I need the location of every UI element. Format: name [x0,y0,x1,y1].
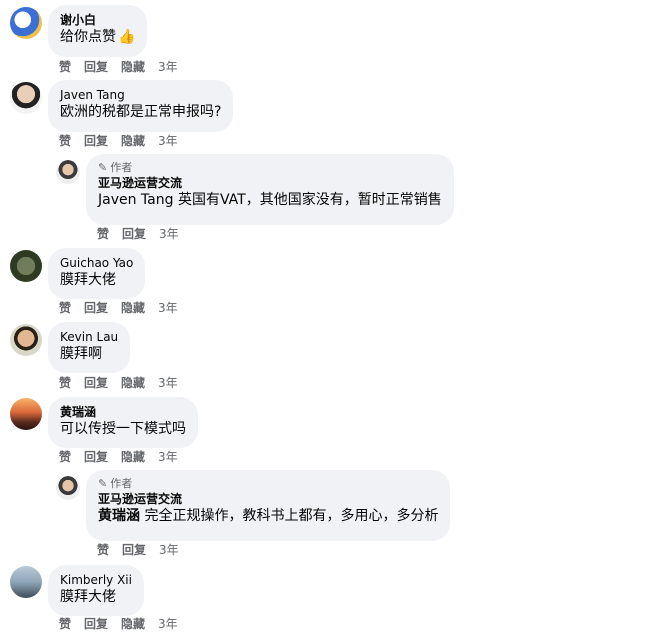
reply-button[interactable]: 回复 [84,300,108,316]
timestamp[interactable]: 3年 [159,226,179,242]
timestamp[interactable]: 3年 [159,542,179,558]
comment-actions: 赞 回复 隐藏 3年 [59,133,178,149]
avatar[interactable] [10,324,42,356]
hide-button[interactable]: 隐藏 [121,449,145,465]
timestamp[interactable]: 3年 [158,133,178,149]
comment-bubble: 谢小白 给你点赞 👍 [48,5,148,57]
reply-button[interactable]: 回复 [84,616,108,632]
avatar[interactable] [10,398,42,430]
like-button[interactable]: 赞 [97,542,109,558]
comment-author[interactable]: Guichao Yao [60,255,133,271]
comment-author[interactable]: Kimberly Xii [60,572,132,588]
avatar[interactable] [10,82,42,114]
like-button[interactable]: 赞 [59,59,71,75]
like-button[interactable]: 赞 [59,449,71,465]
comment-author[interactable]: Javen Tang [60,87,221,103]
comment-author[interactable]: 谢小白 [60,12,135,28]
like-button[interactable]: 赞 [59,616,71,632]
comment-text: 欧洲的税都是正常申报吗? [60,104,222,120]
reply-bubble: ✎ 作者 亚马逊运营交流 黄瑞涵 完全正规操作，教科书上都有，多用心，多分析 [86,470,451,541]
comment-actions: 赞 回复 隐藏 3年 [59,616,178,632]
hide-button[interactable]: 隐藏 [121,375,145,391]
comment-bubble: Guichao Yao 膜拜大佬 [48,248,146,299]
comment-author[interactable]: Kevin Lau [60,329,118,345]
comment-bubble: Kevin Lau 膜拜啊 [48,322,131,373]
comment-text-content: 给你点赞 [60,29,116,45]
mention-link[interactable]: Javen Tang [98,192,174,208]
comment-actions: 赞 回复 隐藏 3年 [59,449,178,465]
reply-actions: 赞 回复 3年 [97,226,179,242]
pencil-icon: ✎ [98,161,108,174]
reply-button[interactable]: 回复 [122,226,146,242]
avatar[interactable] [10,7,42,39]
timestamp[interactable]: 3年 [158,375,178,391]
mention-link[interactable]: 黄瑞涵 [98,508,140,524]
reply-button[interactable]: 回复 [122,542,146,558]
reply-text-content: 完全正规操作，教科书上都有，多用心，多分析 [140,508,439,524]
author-tag: ✎ 作者 [98,161,442,175]
comment-bubble: 黄瑞涵 可以传授一下模式吗 [48,397,198,448]
hide-button[interactable]: 隐藏 [121,59,145,75]
like-button[interactable]: 赞 [59,300,71,316]
comment-actions: 赞 回复 隐藏 3年 [59,375,178,391]
timestamp[interactable]: 3年 [158,59,178,75]
reply-text: 黄瑞涵 完全正规操作，教科书上都有，多用心，多分析 [98,507,438,526]
comment-text: 膜拜大佬 [60,272,116,288]
reply-button[interactable]: 回复 [84,375,108,391]
avatar[interactable] [56,476,80,500]
like-button[interactable]: 赞 [97,226,109,242]
hide-button[interactable]: 隐藏 [121,133,145,149]
avatar[interactable] [56,160,80,184]
timestamp[interactable]: 3年 [158,616,178,632]
timestamp[interactable]: 3年 [158,449,178,465]
comment-bubble: Kimberly Xii 膜拜大佬 [48,565,144,616]
avatar[interactable] [10,566,42,598]
reply-author[interactable]: 亚马逊运营交流 [98,491,438,507]
author-tag-label: 作者 [110,161,133,174]
comment-text: 膜拜啊 [60,346,102,362]
comment-bubble: Javen Tang 欧洲的税都是正常申报吗? [48,80,234,132]
reply-text-content: 英国有VAT，其他国家没有，暂时正常销售 [173,192,442,208]
timestamp[interactable]: 3年 [158,300,178,316]
hide-button[interactable]: 隐藏 [121,300,145,316]
comment-actions: 赞 回复 隐藏 3年 [59,300,178,316]
comment-author[interactable]: 黄瑞涵 [60,404,186,420]
pencil-icon: ✎ [98,477,108,490]
comment-text: 膜拜大佬 [60,589,116,605]
comment-actions: 赞 回复 隐藏 3年 [59,59,178,75]
reply-bubble: ✎ 作者 亚马逊运营交流 Javen Tang 英国有VAT，其他国家没有，暂时正… [86,154,454,225]
author-tag-label: 作者 [110,477,133,490]
avatar[interactable] [10,250,42,282]
reply-actions: 赞 回复 3年 [97,542,179,558]
like-button[interactable]: 赞 [59,375,71,391]
reply-author[interactable]: 亚马逊运营交流 [98,175,442,191]
reply-button[interactable]: 回复 [84,133,108,149]
hide-button[interactable]: 隐藏 [121,616,145,632]
author-tag: ✎ 作者 [98,477,438,491]
thumbs-up-icon: 👍 [118,29,136,45]
comment-text: 给你点赞 👍 [60,28,135,47]
like-button[interactable]: 赞 [59,133,71,149]
reply-button[interactable]: 回复 [84,449,108,465]
reply-button[interactable]: 回复 [84,59,108,75]
comment-text: 可以传授一下模式吗 [60,421,186,437]
reply-text: Javen Tang 英国有VAT，其他国家没有，暂时正常销售 [98,191,442,210]
